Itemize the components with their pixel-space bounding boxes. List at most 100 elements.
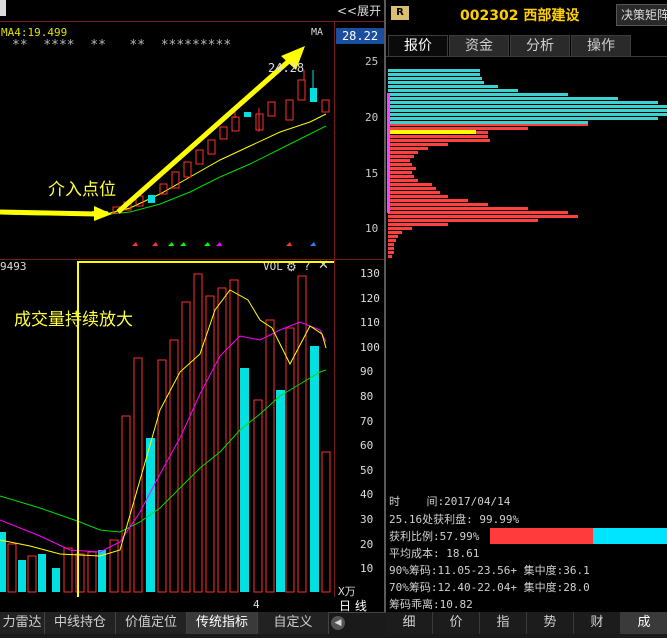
chip-bar xyxy=(388,187,436,190)
chip-bar xyxy=(388,143,448,146)
tab-analysis[interactable]: 分析 xyxy=(510,35,570,57)
volume-tick: 10 xyxy=(360,562,374,576)
chip-bar xyxy=(388,183,432,186)
volume-tick: 90 xyxy=(360,365,374,379)
chip-bar xyxy=(388,163,412,166)
bottom-tab-value[interactable]: 价值定位 xyxy=(116,612,187,634)
chip-bar xyxy=(388,69,480,72)
scroll-left-icon[interactable]: ◀ xyxy=(331,616,345,630)
signal-markers xyxy=(132,242,316,246)
chip-bar xyxy=(388,227,412,230)
volume-tick: 110 xyxy=(360,316,380,330)
tab-quote[interactable]: 报价 xyxy=(388,35,448,56)
right-bottom-tab-index[interactable]: 指 xyxy=(480,612,527,634)
tab-funds[interactable]: 资金 xyxy=(449,35,509,57)
chip-bar xyxy=(388,243,394,246)
chip-bar xyxy=(388,159,410,162)
stock-code: 002302 xyxy=(460,8,519,24)
x-axis-strip xyxy=(0,597,384,612)
chip-profit-ratio: 获利比例:57.99% xyxy=(389,530,480,543)
right-bottom-tab-finance[interactable]: 财 xyxy=(574,612,621,634)
stock-title: 002302 西部建设 xyxy=(460,5,579,25)
decision-matrix-button[interactable]: 决策矩阵 xyxy=(616,4,667,26)
chip-bar xyxy=(388,199,468,202)
chart-header xyxy=(0,0,384,22)
price-range-marker xyxy=(387,93,390,213)
volume-tick: 130 xyxy=(360,267,380,280)
volume-bars-rise-down xyxy=(146,346,319,592)
volume-bars-rise xyxy=(109,273,331,593)
volume-tick: 60 xyxy=(360,439,374,453)
chip-70pct: 70%筹码:12.40-22.04+ 集中度:28.0 xyxy=(389,581,590,594)
chip-bar xyxy=(388,203,488,206)
right-bottom-tab-detail[interactable]: 细 xyxy=(386,612,433,634)
right-bottom-tab-chips[interactable]: 成 xyxy=(621,612,667,634)
chip-bar xyxy=(388,109,667,112)
chip-bar xyxy=(388,151,418,154)
peak-price-label: 24.28 xyxy=(268,61,305,75)
chip-bar xyxy=(388,171,412,174)
chip-bar xyxy=(388,211,568,214)
chip-90pct: 90%筹码:11.05-23.56+ 集中度:36.1 xyxy=(389,564,590,577)
chip-bar xyxy=(388,207,528,210)
volume-annotation: 成交量持续放大 xyxy=(14,310,133,330)
tab-operation[interactable]: 操作 xyxy=(571,35,631,57)
chip-bar xyxy=(388,191,440,194)
chip-bar xyxy=(388,147,428,150)
chip-bar xyxy=(388,97,618,100)
volume-tick: 20 xyxy=(360,537,374,551)
chip-bar xyxy=(388,167,416,170)
bottom-tab-indicators[interactable]: 传统指标 xyxy=(187,612,258,634)
candles-rise-down xyxy=(148,88,317,203)
chip-bar xyxy=(388,219,538,222)
chip-bar xyxy=(388,81,484,84)
chip-time: 时 间:2017/04/14 xyxy=(389,495,511,508)
chip-bar xyxy=(388,251,394,254)
chip-bar xyxy=(388,113,667,116)
volume-tick: 70 xyxy=(360,414,374,428)
volume-tick: 50 xyxy=(360,463,374,477)
chip-profit-line: 25.16处获利盘: 99.99% xyxy=(389,513,520,526)
chip-bar xyxy=(388,231,402,234)
chip-bar xyxy=(388,155,414,158)
right-bottom-tab-trend[interactable]: 势 xyxy=(527,612,574,634)
chip-bar xyxy=(388,89,518,92)
volume-tick: 100 xyxy=(360,340,380,354)
price-tick: 15 xyxy=(365,167,379,180)
expand-button[interactable]: <<展开 xyxy=(337,2,381,19)
entry-point-annotation: 介入点位 xyxy=(48,180,116,200)
stock-name: 西部建设 xyxy=(523,8,580,24)
profit-ratio-bar xyxy=(490,528,667,544)
volume-tick: 80 xyxy=(360,390,374,403)
price-tick: 20 xyxy=(365,111,379,124)
chip-bar xyxy=(388,139,490,142)
stock-badge: R xyxy=(391,6,409,20)
chip-bars-loss xyxy=(388,69,667,124)
chip-bar xyxy=(388,223,448,226)
right-bottom-tab-price[interactable]: 价 xyxy=(433,612,480,634)
bottom-tab-midline[interactable]: 中线持仓 xyxy=(45,612,116,634)
volume-axis-line xyxy=(334,260,335,597)
candles-rise xyxy=(112,79,330,214)
chip-bar xyxy=(388,117,658,120)
chip-bar xyxy=(388,101,658,104)
chip-bars-profit xyxy=(388,123,588,258)
chip-bar xyxy=(388,247,394,250)
chip-bar xyxy=(388,73,480,76)
bottom-tab-radar[interactable]: 力雷达 xyxy=(0,612,45,634)
bottom-tab-custom[interactable]: 自定义 xyxy=(258,612,329,634)
chip-bar xyxy=(388,195,448,198)
chip-bar xyxy=(388,235,398,238)
chip-bar xyxy=(388,121,588,124)
volume-tick: 30 xyxy=(360,513,374,526)
chip-bar xyxy=(388,179,418,182)
chip-bar xyxy=(388,215,578,218)
trend-arrows xyxy=(0,46,305,221)
chip-avg-cost: 平均成本: 18.61 xyxy=(389,547,480,560)
chip-bar xyxy=(388,105,667,108)
candlestick-chart xyxy=(0,46,330,246)
volume-tick: 40 xyxy=(360,488,374,502)
chip-distance: 筹码乖离:10.82 xyxy=(389,598,473,611)
chip-bar xyxy=(388,77,482,80)
header-marker xyxy=(0,0,6,16)
